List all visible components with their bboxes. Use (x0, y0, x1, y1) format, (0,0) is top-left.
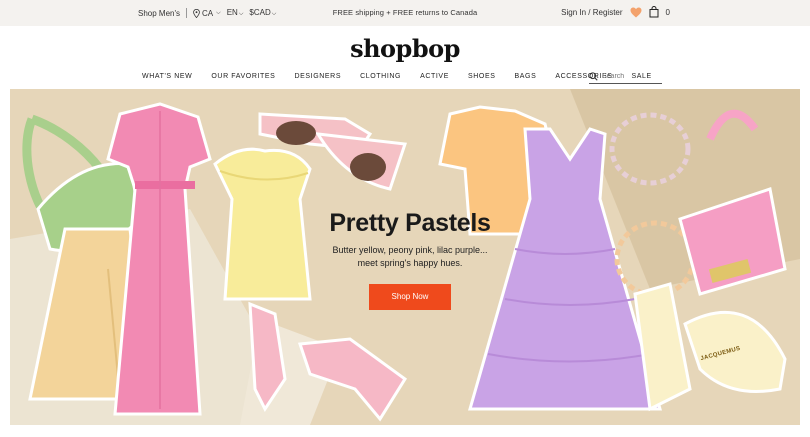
hero-subtitle-line-1: Butter yellow, peony pink, lilac purple.… (332, 245, 488, 255)
hero-copy: Pretty Pastels Butter yellow, peony pink… (310, 209, 510, 310)
yellow-blouse-image (213, 147, 312, 301)
utility-right: Sign In / Register 0 (561, 6, 670, 18)
promo-text[interactable]: FREE shipping + FREE returns to Canada (0, 8, 810, 17)
nav-item-designers[interactable]: DESIGNERS (294, 73, 341, 80)
search-input[interactable] (602, 73, 660, 80)
search-bar (589, 70, 662, 84)
sign-in-link[interactable]: Sign In / Register (561, 8, 622, 17)
hero-subtitle: Butter yellow, peony pink, lilac purple.… (310, 244, 510, 270)
heart-icon[interactable] (630, 7, 642, 18)
search-icon[interactable] (589, 72, 598, 81)
nav-item-active[interactable]: ACTIVE (420, 73, 449, 80)
nav-item-whats-new[interactable]: WHAT'S NEW (142, 73, 192, 80)
shop-now-button[interactable]: Shop Now (369, 284, 451, 310)
hero-title: Pretty Pastels (329, 209, 491, 237)
site-logo[interactable]: shopbop (0, 34, 810, 63)
utility-bar: Shop Men's CA ⌵ EN⌵ $CAD⌵ FREE shipping +… (0, 0, 810, 26)
cart-count: 0 (665, 7, 670, 17)
hero-subtitle-line-2: meet spring's happy hues. (357, 258, 463, 268)
nav-item-shoes[interactable]: SHOES (468, 73, 496, 80)
shopping-bag-icon[interactable] (649, 6, 659, 18)
hero-banner[interactable]: Pretty Pastels Butter yellow, peony pink… (10, 89, 800, 425)
nav-item-clothing[interactable]: CLOTHING (360, 73, 401, 80)
page-bottom-margin (0, 425, 810, 437)
nav-item-bags[interactable]: BAGS (514, 73, 536, 80)
nav-item-our-favorites[interactable]: OUR FAVORITES (211, 73, 275, 80)
